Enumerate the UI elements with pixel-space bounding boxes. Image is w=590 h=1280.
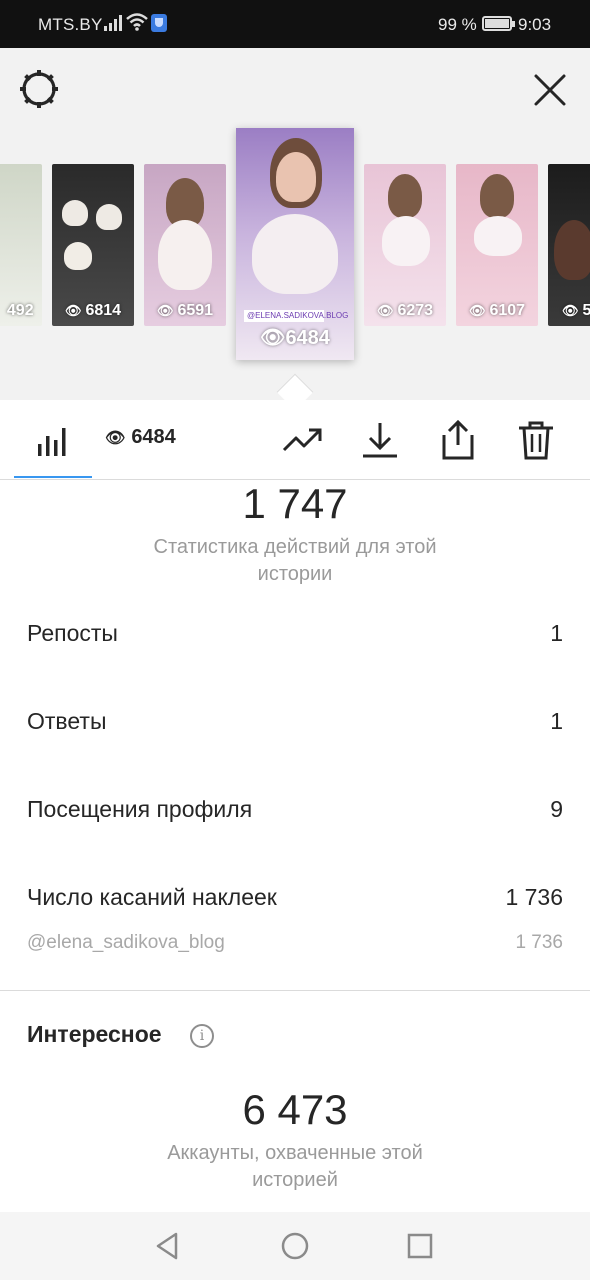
clock: 9:03	[518, 15, 552, 34]
story-thumbnail[interactable]: 👁492	[0, 164, 42, 326]
story-thumbnail-selected[interactable]: @ELENA.SADIKOVA.BLOG 👁6484	[236, 128, 354, 360]
share-icon[interactable]	[438, 419, 478, 460]
recents-square-icon[interactable]	[404, 1230, 436, 1262]
story-view-count: 👁 5	[562, 302, 590, 319]
reach-caption: Аккаунты, охваченные этой историей	[167, 1142, 423, 1191]
eye-icon: 👁	[156, 303, 174, 318]
story-strip: 👁492 👁6814 👁6591 @ELENA.SADIKOVA.BLOG 👁6…	[0, 48, 590, 400]
story-image	[96, 204, 122, 230]
stat-value: 1	[550, 620, 563, 646]
trash-icon[interactable]	[516, 420, 556, 460]
story-view-count: 👁 6273	[376, 302, 434, 319]
carrier-name: MTS.BY	[38, 15, 103, 34]
stat-value: 1 736	[515, 932, 563, 953]
stat-row-replies: Ответы 1	[27, 708, 563, 735]
story-thumbnail[interactable]: 👁 6814	[52, 164, 134, 326]
wifi-icon	[126, 13, 148, 36]
stat-label: Число касаний наклеек	[27, 884, 277, 910]
battery-icon	[482, 16, 515, 31]
story-view-count: 👁 6814	[64, 302, 122, 319]
story-mention-sticker: @ELENA.SADIKOVA.BLOG	[244, 310, 348, 322]
story-image	[62, 200, 88, 226]
stat-label: Ответы	[27, 708, 107, 734]
stat-label: @elena_sadikova_blog	[27, 932, 225, 953]
story-image	[276, 152, 316, 202]
story-image	[64, 242, 92, 270]
eye-icon: 👁	[376, 303, 394, 318]
viewers-tab[interactable]: 👁 6484	[105, 426, 176, 449]
stat-label: Репосты	[27, 620, 118, 646]
story-view-count: 👁 6591	[156, 302, 214, 319]
eye-icon: 👁	[468, 303, 486, 318]
home-circle-icon[interactable]	[279, 1230, 311, 1262]
story-view-count: 👁6484	[260, 327, 330, 349]
eye-icon: 👁	[105, 430, 126, 447]
story-image	[382, 216, 430, 266]
settings-gear-icon[interactable]	[18, 68, 60, 110]
selection-pointer	[276, 373, 314, 400]
promote-trend-icon[interactable]	[282, 420, 322, 460]
signal-icon	[104, 15, 122, 36]
story-image	[252, 214, 338, 294]
eye-icon: 👁	[260, 327, 286, 349]
actions-caption: Статистика действий для этой истории	[153, 536, 437, 585]
story-image	[158, 220, 212, 290]
story-thumbnail[interactable]: 👁 6273	[364, 164, 446, 326]
stat-row-profile-visits: Посещения профиля 9	[27, 796, 563, 823]
close-icon[interactable]	[530, 70, 570, 110]
story-image	[480, 174, 514, 218]
info-icon[interactable]: i	[190, 1024, 214, 1048]
insights-bar-chart-icon[interactable]	[33, 420, 73, 460]
stat-value: 9	[550, 796, 563, 822]
eye-icon: 👁	[562, 303, 579, 318]
status-bar: MTS.BY 99 % 9:03	[0, 0, 590, 48]
story-image	[388, 174, 422, 218]
story-thumbnail[interactable]: 👁 5	[548, 164, 590, 326]
story-image	[554, 220, 590, 280]
eye-icon: 👁	[64, 303, 82, 318]
stat-label: Посещения профиля	[27, 796, 253, 822]
stat-row-reposts: Репосты 1	[27, 620, 563, 647]
actions-total: 1 747	[242, 480, 348, 527]
stat-value: 1	[550, 708, 563, 734]
stat-row-sticker-account: @elena_sadikova_blog 1 736	[27, 932, 563, 954]
interesting-section-title: Интересное	[27, 1021, 162, 1047]
active-tab-indicator	[14, 476, 92, 478]
section-divider	[0, 990, 590, 991]
story-thumbnail[interactable]: 👁 6107	[456, 164, 538, 326]
download-icon[interactable]	[360, 420, 400, 460]
system-navigation-bar	[0, 1212, 590, 1280]
viewers-count: 6484	[131, 426, 176, 448]
story-image	[474, 216, 522, 256]
battery-percent: 99 %	[438, 15, 477, 34]
story-thumbnail[interactable]: 👁 6591	[144, 164, 226, 326]
stat-row-sticker-taps: Число касаний наклеек 1 736	[27, 884, 563, 911]
story-view-count: 👁492	[6, 302, 34, 319]
stat-value: 1 736	[505, 884, 563, 910]
reach-total: 6 473	[242, 1086, 348, 1133]
shield-icon	[151, 14, 167, 32]
back-triangle-icon[interactable]	[152, 1230, 184, 1262]
story-view-count: 👁 6107	[468, 302, 526, 319]
insights-tab-bar: 👁 6484	[0, 400, 590, 480]
